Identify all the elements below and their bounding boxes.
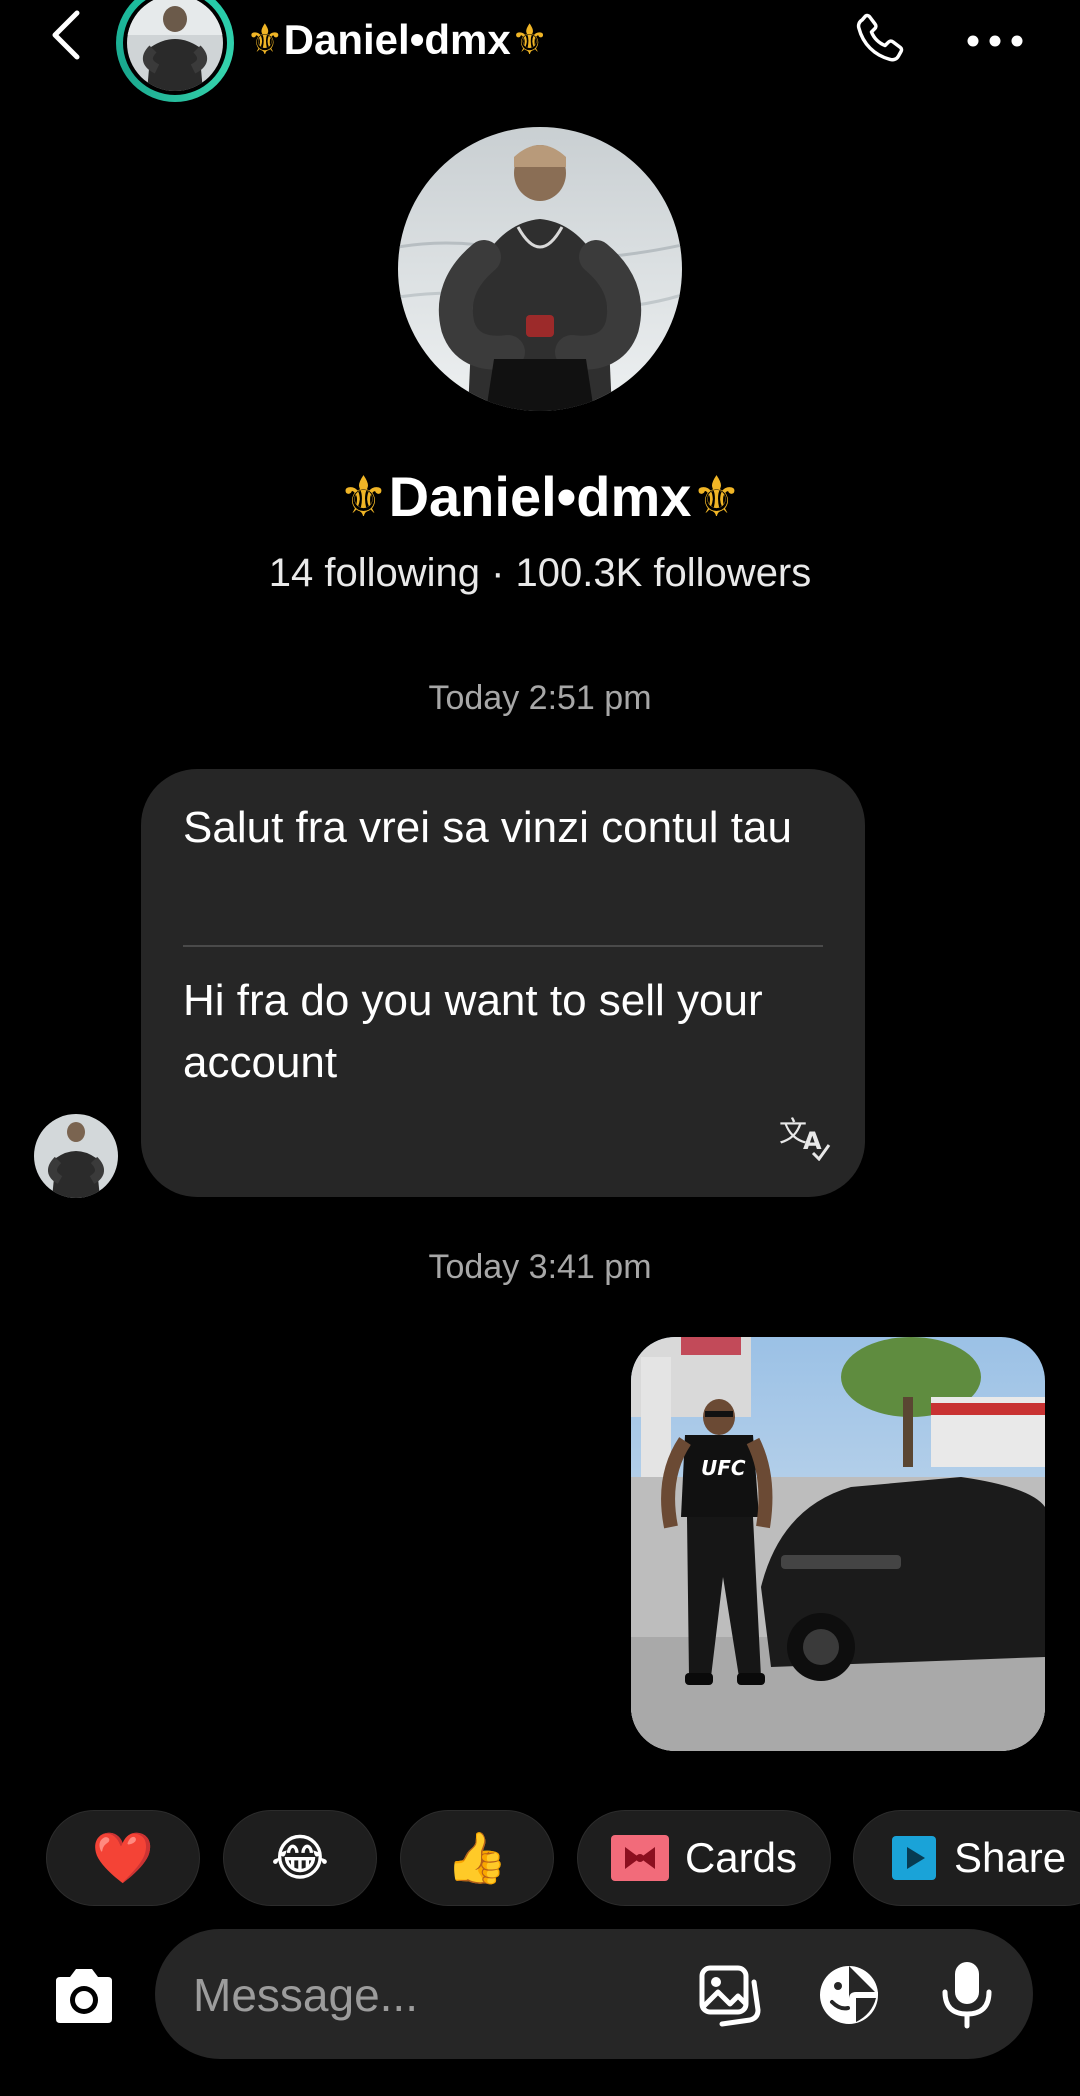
gallery-button[interactable] bbox=[695, 1959, 767, 2031]
quick-reaction-thumbs-up[interactable]: 👍 bbox=[400, 1810, 554, 1906]
cards-button[interactable]: Cards bbox=[577, 1810, 831, 1906]
sticker-icon bbox=[820, 1966, 878, 2024]
play-share-icon bbox=[892, 1836, 936, 1880]
message-timestamp: Today 3:41 pm bbox=[428, 1248, 652, 1286]
message-composer bbox=[155, 1929, 1033, 2061]
fleur-de-lis-icon: ⚜ bbox=[510, 16, 549, 63]
camera-icon bbox=[56, 1969, 112, 2023]
header-username-text: Daniel•dmx bbox=[283, 16, 511, 63]
avatar-photo bbox=[127, 0, 223, 91]
translation-divider bbox=[183, 945, 823, 947]
sender-photo bbox=[34, 1114, 118, 1198]
back-button[interactable] bbox=[40, 10, 90, 60]
phone-icon bbox=[856, 13, 904, 62]
share-button[interactable]: Share bbox=[853, 1810, 1080, 1906]
fleur-de-lis-icon: ⚜ bbox=[691, 465, 742, 528]
gallery-icon bbox=[699, 1965, 761, 2027]
profile-name[interactable]: ⚜Daniel•dmx⚜ bbox=[0, 462, 1080, 532]
quick-reaction-laugh[interactable]: 😂 bbox=[223, 1810, 377, 1906]
camera-button[interactable] bbox=[46, 1958, 122, 2034]
svg-text:A: A bbox=[803, 1127, 822, 1155]
more-options-button[interactable] bbox=[960, 6, 1030, 76]
share-label: Share bbox=[954, 1834, 1067, 1881]
message-translated-text: Hi fra do you want to sell your account bbox=[183, 976, 763, 1087]
laughing-emoji: 😂 bbox=[270, 1830, 330, 1886]
header-username[interactable]: ⚜Daniel•dmx⚜ bbox=[246, 10, 548, 70]
message-timestamp: Today 2:51 pm bbox=[428, 679, 652, 717]
quick-reaction-heart[interactable]: ❤️ bbox=[46, 1810, 200, 1906]
more-horizontal-icon bbox=[967, 35, 1023, 47]
heart-emoji: ❤️ bbox=[91, 1830, 155, 1886]
fleur-de-lis-icon: ⚜ bbox=[338, 465, 389, 528]
sent-photo-message[interactable]: UFC bbox=[631, 1337, 1045, 1751]
profile-name-text: Daniel•dmx bbox=[388, 465, 692, 528]
profile-avatar[interactable] bbox=[398, 127, 682, 411]
cards-label: Cards bbox=[684, 1834, 798, 1881]
voice-call-button[interactable] bbox=[845, 6, 915, 76]
sticker-button[interactable] bbox=[813, 1959, 885, 2031]
gift-card-icon bbox=[610, 1835, 669, 1881]
incoming-message-bubble[interactable]: Salut fra vrei sa vinzi contul tau Hi fr… bbox=[141, 769, 865, 1197]
message-input[interactable] bbox=[191, 1929, 695, 2061]
voice-message-button[interactable] bbox=[931, 1959, 1003, 2031]
thumbs-up-emoji: 👍 bbox=[445, 1830, 509, 1886]
message-original-text: Salut fra vrei sa vinzi contul tau bbox=[183, 803, 792, 852]
chevron-left-icon bbox=[52, 10, 80, 60]
sender-avatar[interactable] bbox=[34, 1114, 118, 1198]
fleur-de-lis-icon: ⚜ bbox=[246, 16, 284, 63]
profile-photo bbox=[398, 127, 682, 411]
header-avatar[interactable] bbox=[116, 0, 234, 102]
svg-text:UFC: UFC bbox=[701, 1456, 746, 1480]
microphone-icon bbox=[942, 1962, 992, 2029]
profile-stats: 14 following · 100.3K followers bbox=[268, 551, 812, 595]
photo-thumbnail: UFC bbox=[631, 1337, 1045, 1751]
translate-icon[interactable]: 文 A bbox=[777, 1111, 833, 1162]
